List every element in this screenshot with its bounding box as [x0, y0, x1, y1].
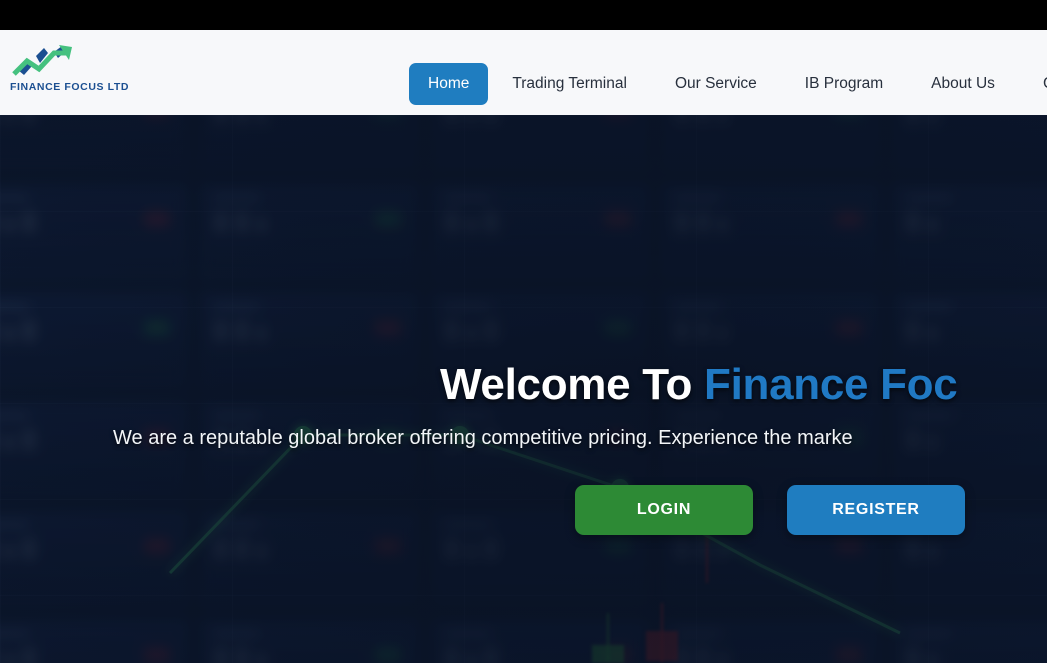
hero-subtitle: We are a reputable global broker offerin… [113, 427, 853, 449]
nav-item-trading-terminal[interactable]: Trading Terminal [488, 60, 651, 108]
logo-chart-arrow-icon [12, 45, 72, 76]
hero-title-accent: Finance Foc [704, 360, 958, 409]
site-header: FINANCE FOCUS LTD Home Trading Terminal … [0, 30, 1047, 115]
hero-content: Welcome To Finance Foc We are a reputabl… [0, 115, 1047, 663]
login-button[interactable]: LOGIN [575, 485, 753, 535]
nav-item-home[interactable]: Home [409, 63, 489, 105]
hero-title-primary: Welcome To [440, 360, 705, 409]
register-button[interactable]: REGISTER [787, 485, 965, 535]
page-root: FINANCE FOCUS LTD Home Trading Terminal … [0, 0, 1047, 663]
nav-item-contact[interactable]: Contact [1019, 60, 1047, 108]
finance-focus-logo[interactable]: FINANCE FOCUS LTD [10, 44, 170, 93]
hero-section: Welcome To Finance Foc We are a reputabl… [0, 115, 1047, 663]
browser-top-bar [0, 0, 1047, 30]
hero-title: Welcome To Finance Foc [440, 360, 958, 410]
nav-item-ib-program[interactable]: IB Program [781, 60, 907, 108]
nav-item-our-service[interactable]: Our Service [651, 60, 781, 108]
logo-wordmark: FINANCE FOCUS LTD [10, 81, 130, 93]
hero-cta-row: LOGIN REGISTER [575, 485, 965, 535]
main-nav: Home Trading Terminal Our Service IB Pro… [409, 60, 1047, 108]
nav-item-about-us[interactable]: About Us [907, 60, 1019, 108]
